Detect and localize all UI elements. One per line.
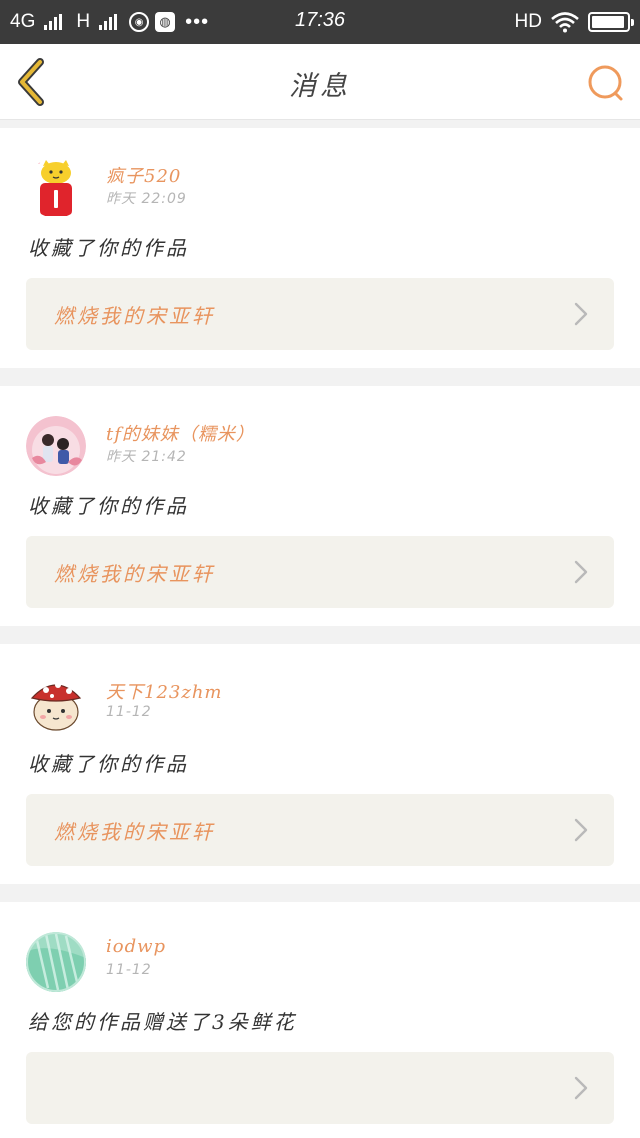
timestamp: 11-12 [106,704,152,720]
work-link[interactable]: 燃烧我的宋亚轩 [26,536,614,608]
message-card[interactable]: tf的妹妹（糯米） 昨天 21:42 收藏了你的作品 燃烧我的宋亚轩 [0,386,640,626]
status-bar: 4G H ◉ ◍ ••• 17:36 HD [0,0,640,44]
timestamp: 昨天 21:42 [106,449,187,465]
username[interactable]: 天下123zhm [106,678,223,704]
search-button[interactable] [586,64,624,102]
wifi-icon [551,12,579,33]
username[interactable]: 疯子520 [106,162,181,188]
work-title: 燃烧我的宋亚轩 [54,820,215,844]
nav-bar: 消息 [0,44,640,120]
message-card[interactable]: 疯子520 昨天 22:09 收藏了你的作品 燃烧我的宋亚轩 [0,128,640,368]
work-title: 燃烧我的宋亚轩 [54,304,215,328]
hamster-avatar-icon [26,674,86,734]
action-text: 收藏了你的作品 [28,494,189,518]
chevron-right-icon [574,302,588,326]
message-card[interactable]: 天下123zhm 11-12 收藏了你的作品 燃烧我的宋亚轩 [0,644,640,884]
work-link[interactable]: 燃烧我的宋亚轩 [26,794,614,866]
green-avatar-icon [26,932,86,992]
page-title: 消息 [289,71,351,102]
chevron-right-icon [574,1076,588,1100]
hd-label: HD [514,11,542,32]
action-text: 收藏了你的作品 [28,236,189,260]
photo-avatar-icon [26,416,86,476]
avatar[interactable] [26,932,86,992]
message-card[interactable]: iodwp 11-12 给您的作品赠送了3朵鲜花 [0,902,640,1138]
work-link[interactable]: 燃烧我的宋亚轩 [26,278,614,350]
chevron-right-icon [574,818,588,842]
avatar[interactable] [26,416,86,476]
work-title: 燃烧我的宋亚轩 [54,562,215,586]
cat-avatar-icon [26,158,86,218]
username[interactable]: iodwp [106,936,166,957]
avatar[interactable] [26,158,86,218]
battery-fill [592,16,625,28]
action-text: 给您的作品赠送了3朵鲜花 [28,1010,297,1034]
username[interactable]: tf的妹妹（糯米） [106,420,255,446]
action-text: 收藏了你的作品 [28,752,189,776]
avatar[interactable] [26,674,86,734]
battery-icon [588,12,634,32]
timestamp: 11-12 [106,962,152,978]
chevron-right-icon [574,560,588,584]
timestamp: 昨天 22:09 [106,191,187,207]
work-link[interactable] [26,1052,614,1124]
status-right: HD [514,8,634,36]
search-icon [588,65,623,101]
